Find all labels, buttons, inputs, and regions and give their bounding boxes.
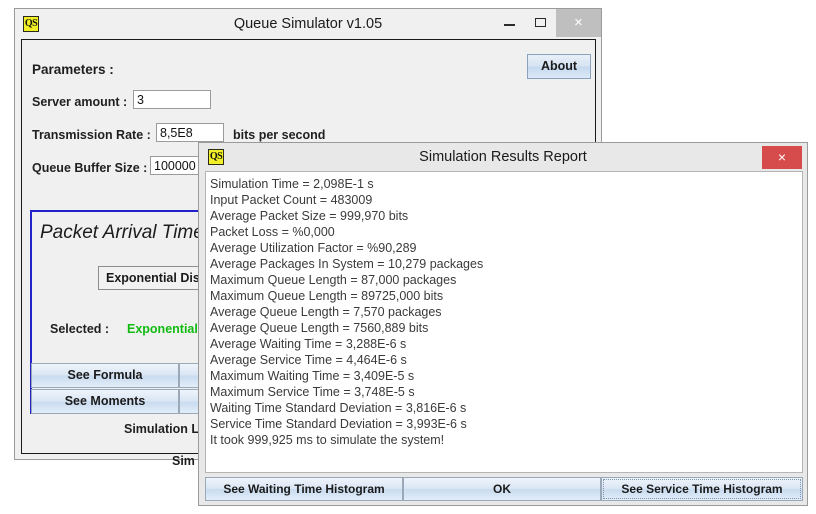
report-line: Average Packet Size = 999,970 bits: [210, 209, 409, 223]
report-line: Maximum Waiting Time = 3,409E-5 s: [210, 369, 415, 383]
report-line: Average Queue Length = 7,570 packages: [210, 305, 442, 319]
dialog-title: Simulation Results Report: [419, 149, 587, 165]
transmission-rate-unit: bits per second: [233, 128, 326, 142]
see-service-time-histogram-button[interactable]: See Service Time Histogram: [601, 477, 803, 501]
window-controls: ×: [494, 9, 601, 37]
close-button[interactable]: ×: [556, 9, 601, 37]
simulation-length-label: Simulation Le: [124, 422, 206, 436]
dialog-close-button[interactable]: ×: [762, 146, 802, 169]
report-line: Average Utilization Factor = %90,289: [210, 241, 417, 255]
report-line: Average Queue Length = 7560,889 bits: [210, 321, 429, 335]
report-line: Maximum Service Time = 3,748E-5 s: [210, 385, 415, 399]
server-amount-input[interactable]: 3: [133, 90, 211, 109]
simulation-results-dialog: QS Simulation Results Report × Simulatio…: [198, 142, 808, 506]
report-line: Maximum Queue Length = 89725,000 bits: [210, 289, 444, 303]
report-line: Packet Loss = %0,000: [210, 225, 335, 239]
report-line: Average Waiting Time = 3,288E-6 s: [210, 337, 407, 351]
report-line: Input Packet Count = 483009: [210, 193, 373, 207]
queue-buffer-size-label: Queue Buffer Size :: [32, 161, 148, 175]
maximize-icon: [535, 18, 546, 27]
report-line: Maximum Queue Length = 87,000 packages: [210, 273, 457, 287]
screen: QS Queue Simulator v1.05 × Parameters : …: [0, 0, 816, 514]
selected-label: Selected :: [50, 322, 110, 336]
report-line: Waiting Time Standard Deviation = 3,816E…: [210, 401, 467, 415]
packet-arrival-title: Packet Arrival Time: [40, 222, 204, 243]
see-waiting-time-histogram-button[interactable]: See Waiting Time Histogram: [205, 477, 403, 501]
dialog-titlebar: QS Simulation Results Report ×: [199, 143, 807, 171]
server-amount-label: Server amount :: [32, 95, 128, 109]
dialog-footer: See Waiting Time Histogram OK See Servic…: [205, 477, 803, 501]
main-titlebar: QS Queue Simulator v1.05 ×: [15, 9, 601, 39]
close-icon: ×: [574, 14, 583, 31]
see-formula-button[interactable]: See Formula: [31, 363, 179, 388]
ok-button[interactable]: OK: [403, 477, 601, 501]
report-line: Average Packages In System = 10,279 pack…: [210, 257, 484, 271]
report-lines: Simulation Time = 2,098E-1 s Input Packet…: [210, 176, 800, 448]
report-text-area[interactable]: Simulation Time = 2,098E-1 s Input Packet…: [205, 171, 803, 473]
transmission-rate-label: Transmission Rate :: [32, 128, 151, 142]
report-line: Service Time Standard Deviation = 3,993E…: [210, 417, 467, 431]
maximize-button[interactable]: [525, 9, 556, 37]
see-moments-button[interactable]: See Moments: [31, 389, 179, 414]
minimize-button[interactable]: [494, 9, 525, 37]
report-line: Average Service Time = 4,464E-6 s: [210, 353, 407, 367]
report-line: It took 999,925 ms to simulate the syste…: [210, 433, 445, 447]
report-line: Simulation Time = 2,098E-1 s: [210, 177, 374, 191]
minimize-icon: [504, 24, 515, 26]
parameters-heading: Parameters :: [32, 62, 114, 77]
simulation-secondary-label: Sim: [172, 454, 195, 468]
about-button[interactable]: About: [527, 54, 591, 79]
transmission-rate-input[interactable]: 8,5E8: [156, 123, 224, 142]
